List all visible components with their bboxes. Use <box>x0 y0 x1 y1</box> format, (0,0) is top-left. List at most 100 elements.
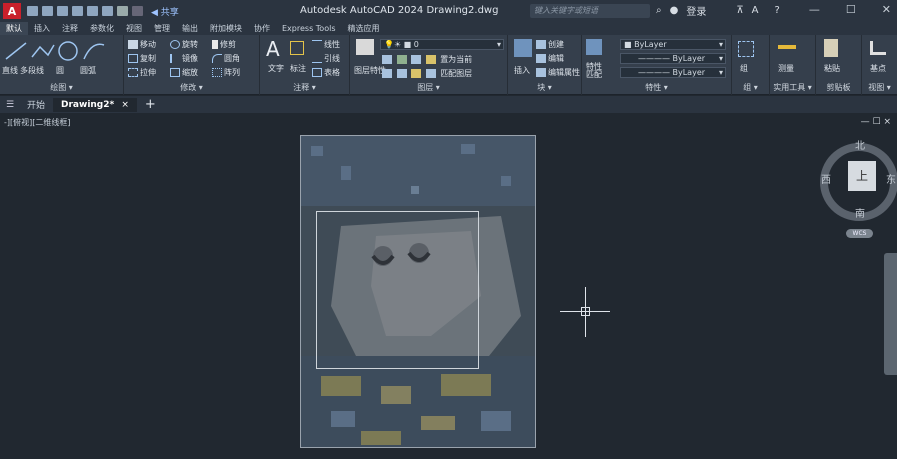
wcs-menu[interactable]: WCS <box>846 229 873 238</box>
block-panel-title[interactable]: 块 ▾ <box>508 82 581 93</box>
layer-isolate-icon[interactable] <box>396 55 407 64</box>
make-current-button[interactable]: 置为当前 <box>440 55 472 64</box>
arc-button[interactable]: 圆弧 <box>80 65 96 76</box>
trim-button[interactable]: 修剪 <box>212 39 236 50</box>
drawing-canvas[interactable]: -][俯视][二维线框] — ☐ × 上 北 南 东 西 WCS <box>0 113 897 459</box>
help-icon[interactable]: ? <box>775 5 780 16</box>
edit-block-button[interactable]: 编辑 <box>536 53 564 64</box>
tab-default[interactable]: 默认 <box>0 22 28 35</box>
layer-dropdown[interactable]: 💡☀ ■ 0 ▾ <box>380 39 504 50</box>
compass-east[interactable]: 东 <box>886 171 896 186</box>
tab-addins[interactable]: 附加模块 <box>204 22 248 35</box>
new-tab-button[interactable]: + <box>145 97 156 112</box>
search-icon[interactable]: ⌕ <box>656 5 662 16</box>
tab-parametric[interactable]: 参数化 <box>84 22 120 35</box>
match-layer-button[interactable]: 匹配图层 <box>440 69 472 78</box>
minimize-button[interactable]: — <box>809 3 820 16</box>
layer-off-icon[interactable] <box>382 55 392 64</box>
table-button[interactable]: 表格 <box>312 67 340 78</box>
line-button[interactable]: 直线 <box>2 65 18 76</box>
user-icon[interactable]: ● <box>670 5 679 16</box>
scale-button[interactable]: 缩放 <box>170 67 198 78</box>
tab-collaborate[interactable]: 协作 <box>248 22 276 35</box>
hamburger-menu-icon[interactable]: ☰ <box>6 100 17 110</box>
save-icon[interactable] <box>57 6 68 16</box>
print-icon[interactable] <box>102 6 113 16</box>
modify-panel-title[interactable]: 修改 ▾ <box>124 82 259 93</box>
close-button[interactable]: ✕ <box>882 3 891 16</box>
lineweight-dropdown[interactable]: ———— ByLayer ▾ <box>620 67 726 78</box>
tab-insert[interactable]: 插入 <box>28 22 56 35</box>
tab-annotate[interactable]: 注释 <box>56 22 84 35</box>
clipboard-panel-title[interactable]: 剪贴板 <box>816 82 861 93</box>
layer-unisolate-icon[interactable] <box>396 69 407 78</box>
layer-lock-icon[interactable] <box>425 55 436 64</box>
compass-south[interactable]: 南 <box>855 205 865 220</box>
layer-freeze-icon[interactable] <box>411 55 422 64</box>
tab-output[interactable]: 输出 <box>176 22 204 35</box>
navigation-bar[interactable] <box>884 253 897 375</box>
tab-drawing2[interactable]: Drawing2* × <box>53 97 137 112</box>
compass-west[interactable]: 西 <box>821 171 831 186</box>
copy-button[interactable]: 复制 <box>128 53 156 64</box>
new-file-icon[interactable] <box>27 6 38 16</box>
search-input[interactable]: 键入关键字或短语 <box>530 4 650 18</box>
save-as-icon[interactable] <box>72 6 83 16</box>
undo-icon[interactable] <box>117 6 128 16</box>
properties-panel-title[interactable]: 特性 ▾ <box>582 82 731 93</box>
compass-north[interactable]: 北 <box>855 137 865 152</box>
insert-button[interactable]: 插入 <box>514 65 530 76</box>
viewcube-top-face[interactable]: 上 <box>848 161 876 191</box>
share-button[interactable]: ◀ 共享 <box>151 5 179 18</box>
linetype-dropdown[interactable]: ———— ByLayer ▾ <box>620 53 726 64</box>
signin-link[interactable]: 登录 <box>686 3 706 18</box>
layer-on-icon[interactable] <box>382 69 392 78</box>
view-panel-title[interactable]: 视图 ▾ <box>862 82 897 93</box>
inner-rectangle[interactable] <box>316 211 479 369</box>
close-tab-icon[interactable]: × <box>121 100 129 110</box>
fillet-button[interactable]: 圆角 <box>212 53 240 64</box>
measure-button[interactable]: 测量 <box>778 63 794 74</box>
tab-manage[interactable]: 管理 <box>148 22 176 35</box>
base-point-button[interactable]: 基点 <box>870 63 886 74</box>
layers-panel-title[interactable]: 图层 ▾ <box>350 82 507 93</box>
tab-view[interactable]: 视图 <box>120 22 148 35</box>
utilities-panel-title[interactable]: 实用工具 ▾ <box>770 82 815 93</box>
scale-label: 缩放 <box>182 68 198 77</box>
leader-button[interactable]: 引线 <box>312 53 340 64</box>
stretch-button[interactable]: 拉伸 <box>128 67 156 78</box>
plot-icon[interactable] <box>87 6 98 16</box>
redo-icon[interactable] <box>132 6 143 16</box>
open-file-icon[interactable] <box>42 6 53 16</box>
layer-unlock-icon[interactable] <box>425 69 436 78</box>
tab-start[interactable]: 开始 <box>27 98 45 111</box>
linear-dim-button[interactable]: 线性 <box>312 39 340 50</box>
cart-icon[interactable]: ⊼ <box>736 5 743 16</box>
autodesk-a-icon[interactable]: A <box>752 5 759 16</box>
viewport-controls-label[interactable]: -][俯视][二维线框] <box>4 117 71 128</box>
color-dropdown[interactable]: ■ ByLayer ▾ <box>620 39 726 50</box>
group-button[interactable]: 组 <box>740 63 748 74</box>
autocad-logo[interactable]: A <box>3 3 21 19</box>
edit-attributes-button[interactable]: 编辑属性 <box>536 67 580 78</box>
layer-thaw-icon[interactable] <box>411 69 422 78</box>
tab-featured-apps[interactable]: 精选应用 <box>342 22 386 35</box>
tab-express-tools[interactable]: Express Tools <box>276 22 342 35</box>
move-button[interactable]: 移动 <box>128 39 156 50</box>
text-button[interactable]: 文字 <box>268 63 284 74</box>
array-button[interactable]: 阵列 <box>212 67 240 78</box>
annotation-panel-title[interactable]: 注释 ▾ <box>260 82 349 93</box>
draw-panel-title[interactable]: 绘图 ▾ <box>0 82 123 93</box>
rotate-button[interactable]: 旋转 <box>170 39 198 50</box>
mirror-button[interactable]: 镜像 <box>170 53 198 64</box>
viewport-window-controls[interactable]: — ☐ × <box>861 117 891 127</box>
group-icon[interactable] <box>738 41 754 57</box>
dimension-button[interactable]: 标注 <box>290 63 306 74</box>
maximize-button[interactable]: ☐ <box>846 3 856 16</box>
polyline-button[interactable]: 多段线 <box>20 65 44 76</box>
circle-button[interactable]: 圆 <box>56 65 64 76</box>
groups-panel-title[interactable]: 组 ▾ <box>732 82 769 93</box>
match-properties-button[interactable]: 特性匹配 <box>586 63 606 79</box>
create-block-button[interactable]: 创建 <box>536 39 564 50</box>
paste-button[interactable]: 粘贴 <box>824 63 840 74</box>
